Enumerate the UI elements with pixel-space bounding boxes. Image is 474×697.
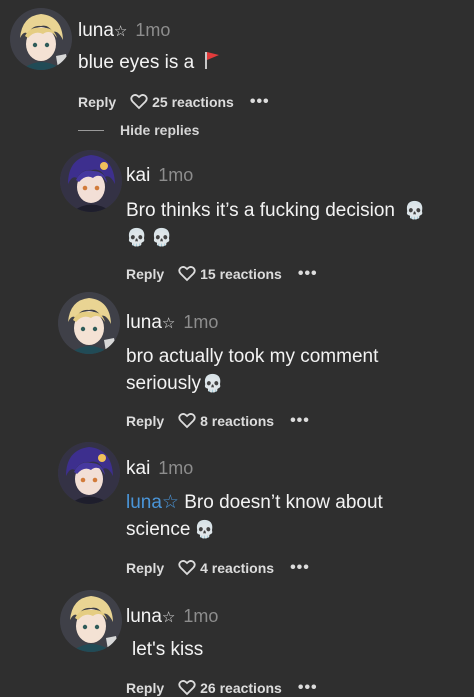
username[interactable]: kai (126, 165, 150, 187)
comment-actions: Reply 8 reactions ••• (126, 413, 310, 430)
comment-thread: luna ☆ 1mo blue eyes is a Reply 25 reacti… (0, 0, 474, 697)
username[interactable]: kai (126, 458, 150, 480)
skull-icon: 💀 (151, 228, 173, 247)
heart-icon (178, 560, 196, 576)
reply-button[interactable]: Reply (78, 94, 116, 110)
mention-link[interactable]: luna☆ (126, 492, 179, 513)
reply-button[interactable]: Reply (126, 413, 164, 429)
reply-button[interactable]: Reply (126, 680, 164, 696)
hide-replies-label: Hide replies (120, 122, 200, 138)
comment-body: let's kiss (132, 639, 204, 660)
comment-text: luna☆ Bro doesn’t know about science 💀 (126, 489, 436, 543)
timestamp: 1mo (158, 458, 194, 478)
reactions-button[interactable]: 15 reactions (178, 266, 282, 282)
skull-icon: 💀 (126, 228, 148, 247)
comment-text: Bro thinks it’s a fucking decision 💀 💀 💀 (126, 197, 456, 251)
timestamp: 1mo (158, 165, 194, 185)
avatar[interactable] (58, 292, 120, 354)
comment-header: luna ☆ 1mo (78, 20, 170, 42)
reactions-count: 4 reactions (200, 560, 275, 576)
heart-icon (178, 680, 196, 696)
timestamp: 1mo (183, 312, 219, 332)
username[interactable]: luna (126, 312, 162, 334)
avatar[interactable] (60, 150, 122, 212)
heart-icon (178, 413, 196, 429)
username[interactable]: luna (78, 20, 114, 42)
divider-line (78, 129, 104, 131)
comment-body: Bro thinks it’s a fucking decision (126, 200, 395, 221)
avatar[interactable] (60, 590, 122, 652)
reactions-count: 15 reactions (200, 266, 282, 282)
timestamp: 1mo (135, 20, 171, 40)
reactions-count: 8 reactions (200, 413, 275, 429)
comment-actions: Reply 25 reactions ••• (78, 94, 270, 111)
more-options-icon[interactable]: ••• (250, 94, 270, 110)
more-options-icon[interactable]: ••• (290, 413, 310, 429)
reply-button[interactable]: Reply (126, 560, 164, 576)
comment-header: luna ☆ 1mo (126, 606, 218, 628)
comment-text: blue eyes is a (78, 49, 408, 78)
avatar[interactable] (10, 8, 72, 70)
comment-text: let's kiss (132, 636, 462, 663)
comment-body: blue eyes is a (78, 52, 195, 73)
star-badge: ☆ (161, 609, 176, 626)
heart-icon (178, 266, 196, 282)
reactions-count: 25 reactions (152, 94, 234, 110)
reply-button[interactable]: Reply (126, 266, 164, 282)
star-badge: ☆ (113, 23, 128, 40)
star-badge: ☆ (161, 315, 176, 332)
comment-header: kai 1mo (126, 458, 193, 480)
avatar[interactable] (58, 442, 120, 504)
reactions-button[interactable]: 4 reactions (178, 560, 274, 576)
heart-icon (130, 94, 148, 110)
comment-actions: Reply 26 reactions ••• (126, 680, 318, 697)
red-flag-icon (203, 50, 221, 78)
hide-replies-button[interactable]: Hide replies (78, 122, 199, 138)
reactions-button[interactable]: 8 reactions (178, 413, 274, 429)
comment-actions: Reply 15 reactions ••• (126, 266, 318, 283)
comment-header: luna ☆ 1mo (126, 312, 218, 334)
timestamp: 1mo (183, 606, 219, 626)
reactions-button[interactable]: 26 reactions (178, 680, 282, 696)
more-options-icon[interactable]: ••• (298, 266, 318, 282)
skull-icon: 💀 (194, 520, 216, 539)
more-options-icon[interactable]: ••• (290, 560, 310, 576)
comment-body: bro actually took my comment seriously (126, 346, 379, 394)
more-options-icon[interactable]: ••• (298, 680, 318, 696)
skull-icon: 💀 (201, 374, 224, 393)
skull-icon: 💀 (404, 201, 426, 220)
username[interactable]: luna (126, 606, 162, 628)
comment-header: kai 1mo (126, 165, 193, 187)
comment-actions: Reply 4 reactions ••• (126, 560, 310, 577)
comment-text: bro actually took my comment seriously💀 (126, 343, 426, 397)
reactions-count: 26 reactions (200, 680, 282, 696)
reactions-button[interactable]: 25 reactions (130, 94, 234, 110)
